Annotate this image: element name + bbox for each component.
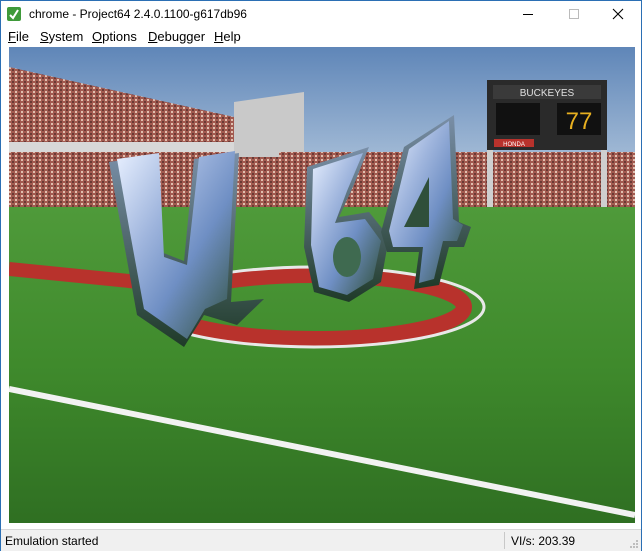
status-message: Emulation started [5,534,99,548]
app-window: chrome - Project64 2.4.0.1100-g617db96 F… [0,0,642,551]
svg-text:BUCKEYES: BUCKEYES [520,88,575,99]
status-divider [504,532,505,549]
minimize-button[interactable] [505,1,551,27]
maximize-button[interactable] [551,1,597,27]
vi-per-second: VI/s: 203.39 [511,534,576,548]
maximize-icon [569,9,579,19]
close-button[interactable] [595,1,641,27]
title-bar[interactable]: chrome - Project64 2.4.0.1100-g617db96 [1,1,641,27]
menu-options[interactable]: Options [92,28,137,45]
svg-text:77: 77 [566,108,593,135]
menu-bar: File System Options Debugger Help [1,27,641,46]
minimize-icon [523,14,533,15]
project64-icon [6,6,22,22]
resize-grip-icon[interactable] [629,539,639,549]
close-icon [612,8,624,20]
svg-text:HONDA: HONDA [503,142,525,148]
window-title: chrome - Project64 2.4.0.1100-g617db96 [29,7,247,21]
status-bar: Emulation started VI/s: 203.39 [1,529,641,551]
menu-system[interactable]: System [40,28,83,45]
emulation-viewport[interactable]: BUCKEYES 77 HONDA u64 [9,47,635,523]
menu-debugger[interactable]: Debugger [148,28,205,45]
game-scene: BUCKEYES 77 HONDA u64 [9,47,635,523]
menu-help[interactable]: Help [214,28,241,45]
menu-file[interactable]: File [8,28,29,45]
